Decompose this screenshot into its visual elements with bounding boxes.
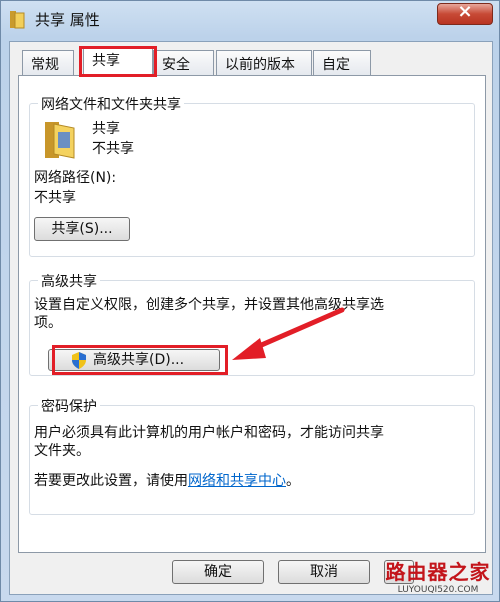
annotation-arrow bbox=[232, 307, 345, 360]
window-title: 共享 属性 bbox=[35, 11, 100, 29]
close-icon: × bbox=[457, 1, 473, 22]
share-status: 不共享 bbox=[92, 141, 134, 157]
watermark-text: 路由器之家 bbox=[385, 560, 491, 584]
close-button[interactable]: × bbox=[437, 1, 493, 25]
shared-folder-icon bbox=[45, 122, 75, 159]
change-setting-prefix: 若要更改此设置，请使用 bbox=[34, 473, 188, 489]
advanced-description-line2: 项。 bbox=[34, 315, 62, 331]
group-title: 密码保护 bbox=[38, 396, 100, 416]
tab-customize[interactable]: 自定义 bbox=[313, 50, 371, 93]
tab-previous-versions[interactable]: 以前的版本 bbox=[216, 50, 312, 76]
site-watermark: 路由器之家 LUYOUQI520.COM bbox=[379, 556, 497, 595]
tab-label: 常规 bbox=[31, 57, 59, 73]
group-title: 高级共享 bbox=[38, 271, 100, 291]
share-button-label: 共享(S)... bbox=[51, 221, 113, 237]
properties-window: 共享 属性 × 常规 共享 安全 以前的版本 自定义 网络文件和文件夹共享 bbox=[0, 0, 500, 602]
folder-name: 共享 bbox=[92, 121, 120, 137]
cancel-button-label: 取消 bbox=[310, 564, 338, 580]
tab-label: 以前的版本 bbox=[225, 57, 295, 73]
folder-icon bbox=[10, 11, 25, 29]
ok-button-label: 确定 bbox=[204, 564, 232, 580]
tab-highlight-box bbox=[79, 46, 157, 77]
password-protection-group: 密码保护 用户必须具有此计算机的用户帐户和密码，才能访问共享 文件夹。 若要更改… bbox=[29, 396, 475, 515]
tab-security[interactable]: 安全 bbox=[153, 50, 214, 76]
network-path-label: 网络路径(N): bbox=[34, 170, 117, 186]
password-description-line2: 文件夹。 bbox=[34, 443, 90, 459]
advanced-button-highlight-box bbox=[52, 345, 228, 375]
change-setting-text: 若要更改此设置，请使用网络和共享中心。 bbox=[34, 470, 300, 490]
cancel-button[interactable]: 取消 bbox=[278, 560, 370, 584]
share-button[interactable]: 共享(S)... bbox=[34, 217, 130, 241]
dialog-client: 常规 共享 安全 以前的版本 自定义 网络文件和文件夹共享 共享 bbox=[9, 41, 493, 595]
watermark-url: LUYOUQI520.COM bbox=[397, 585, 479, 595]
group-title: 网络文件和文件夹共享 bbox=[38, 94, 184, 114]
tab-label: 安全 bbox=[162, 57, 190, 73]
tab-general[interactable]: 常规 bbox=[22, 50, 74, 76]
password-description-line1: 用户必须具有此计算机的用户帐户和密码，才能访问共享 bbox=[34, 425, 384, 441]
title-bar[interactable]: 共享 属性 × bbox=[1, 1, 499, 41]
network-sharing-center-link[interactable]: 网络和共享中心 bbox=[188, 473, 286, 489]
change-setting-suffix: 。 bbox=[286, 473, 300, 489]
ok-button[interactable]: 确定 bbox=[172, 560, 264, 584]
network-sharing-group: 网络文件和文件夹共享 共享 不共享 网络路径(N): 不共享 共享(S)... bbox=[29, 94, 475, 257]
network-path-value: 不共享 bbox=[34, 190, 76, 206]
